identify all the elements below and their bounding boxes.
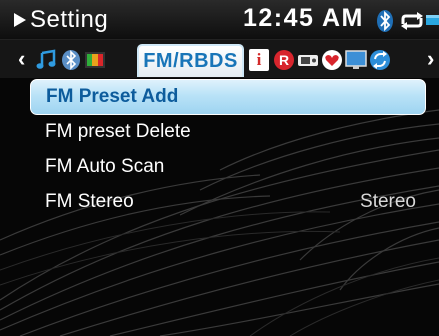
menu-item-label: FM Auto Scan bbox=[45, 156, 165, 177]
menu-item-label: FM Preset Add bbox=[46, 86, 179, 107]
clock: 12:45 AM bbox=[243, 4, 364, 32]
bluetooth-icon bbox=[377, 10, 393, 32]
sync-icon[interactable] bbox=[369, 49, 391, 71]
music-note-icon[interactable] bbox=[36, 49, 58, 71]
menu-item-fm-preset-add[interactable]: FM Preset Add bbox=[30, 79, 426, 115]
status-bar: Setting 12:45 AM bbox=[0, 0, 439, 40]
screen-title: Setting bbox=[30, 6, 109, 33]
repeat-icon[interactable] bbox=[398, 11, 426, 31]
play-icon bbox=[14, 13, 26, 27]
menu-item-fm-stereo[interactable]: FM Stereo Stereo bbox=[30, 185, 426, 221]
tab-scroll-right-arrow[interactable]: › bbox=[427, 46, 434, 72]
menu-item-label: FM preset Delete bbox=[45, 121, 191, 142]
heart-icon[interactable] bbox=[321, 49, 343, 71]
record-icon[interactable]: R bbox=[273, 49, 295, 71]
menu-item-label: FM Stereo bbox=[45, 191, 134, 212]
battery-icon bbox=[426, 15, 439, 25]
display-icon[interactable] bbox=[84, 49, 106, 71]
device-icon[interactable] bbox=[297, 49, 319, 71]
menu-item-fm-auto-scan[interactable]: FM Auto Scan bbox=[30, 150, 426, 186]
fm-stereo-value: Stereo bbox=[360, 191, 416, 212]
bluetooth-icon[interactable] bbox=[60, 49, 82, 71]
tab-fm-rbds[interactable]: FM/RBDS bbox=[137, 44, 244, 77]
info-icon[interactable]: i bbox=[249, 49, 269, 71]
tab-scroll-left-arrow[interactable]: ‹ bbox=[18, 46, 25, 72]
settings-screen: Setting 12:45 AM ‹ i R › FM/RBDS FM Pres… bbox=[0, 0, 439, 336]
monitor-icon[interactable] bbox=[345, 49, 367, 71]
menu-item-fm-preset-delete[interactable]: FM preset Delete bbox=[30, 115, 426, 151]
svg-text:R: R bbox=[279, 52, 289, 68]
